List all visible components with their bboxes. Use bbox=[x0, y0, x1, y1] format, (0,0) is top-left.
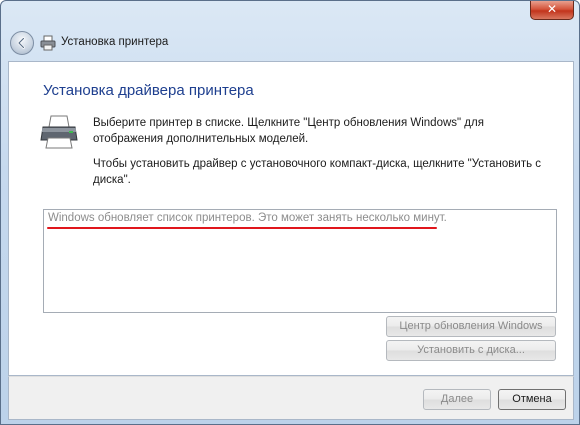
close-button[interactable]: ✕ bbox=[530, 1, 574, 20]
instruction-text: Выберите принтер в списке. Щелкните "Цен… bbox=[93, 117, 484, 145]
printer-setup-window: ✕ Установка принтера Установка драйвера … bbox=[0, 0, 580, 425]
back-arrow-icon bbox=[17, 37, 25, 49]
main-content: Установка драйвера принтера Выберите при… bbox=[8, 61, 574, 376]
cancel-button[interactable]: Отмена bbox=[498, 389, 566, 410]
printer-icon bbox=[40, 35, 56, 51]
navigation-bar: Установка принтера bbox=[7, 29, 573, 57]
red-underline-annotation bbox=[47, 227, 437, 229]
printer-list[interactable]: Windows обновляет список принтеров. Это … bbox=[43, 209, 557, 313]
printer-icon bbox=[40, 115, 78, 149]
close-icon: ✕ bbox=[546, 2, 558, 16]
windows-update-button[interactable]: Центр обновления Windows bbox=[386, 316, 556, 337]
next-button[interactable]: Далее bbox=[423, 389, 491, 410]
dialog-footer: Далее Отмена bbox=[8, 376, 574, 420]
page-title: Установка драйвера принтера bbox=[43, 82, 254, 99]
nav-title: Установка принтера bbox=[61, 36, 169, 48]
back-button[interactable] bbox=[10, 31, 34, 55]
have-disk-button[interactable]: Установить с диска... bbox=[386, 340, 556, 361]
list-status-text: Windows обновляет список принтеров. Это … bbox=[48, 212, 447, 224]
disk-instruction-text: Чтобы установить драйвер с установочного… bbox=[93, 158, 542, 186]
